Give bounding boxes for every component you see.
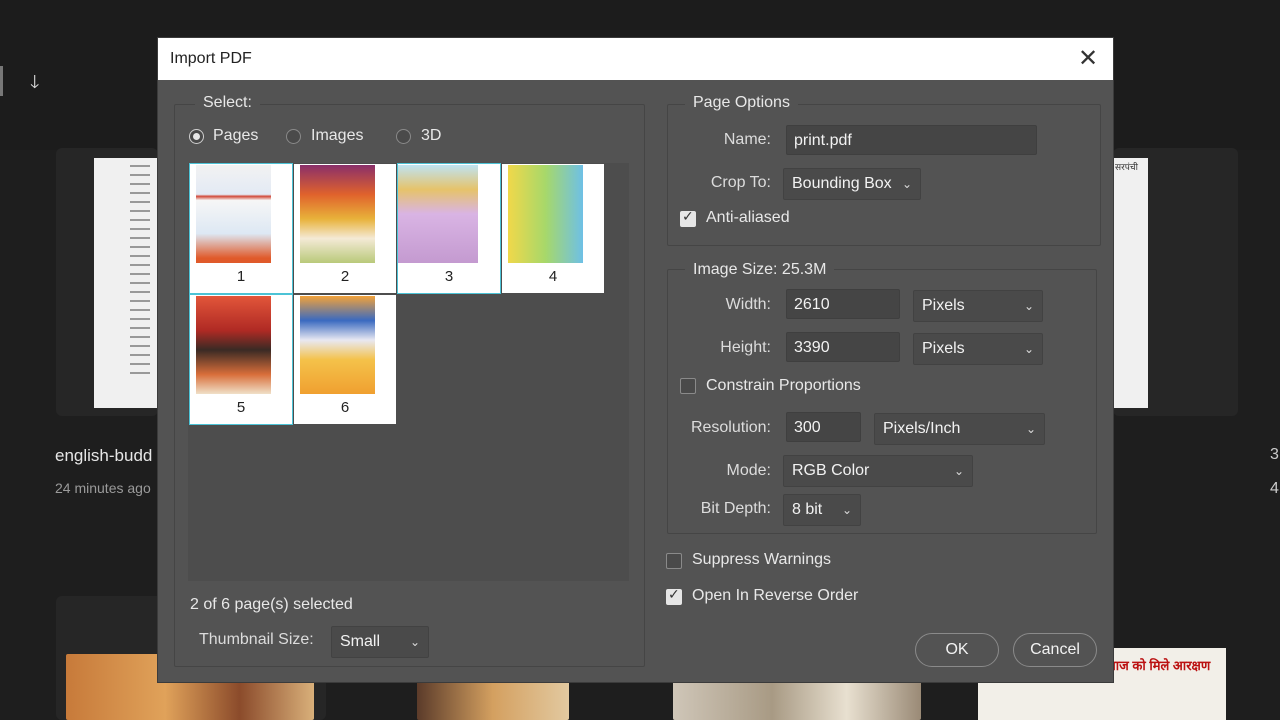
anti-aliased-checkbox[interactable] xyxy=(680,209,696,227)
radio-pages[interactable] xyxy=(189,129,204,144)
ok-button[interactable]: OK xyxy=(915,633,999,667)
thumbnail-grid: 1 2 3 4 5 6 xyxy=(188,163,629,581)
chevron-down-icon: ⌄ xyxy=(1025,422,1036,436)
background-document-preview xyxy=(94,158,158,408)
mode-label: Mode: xyxy=(726,462,771,479)
bit-depth-value: 8 bit xyxy=(792,501,823,518)
dialog-title: Import PDF xyxy=(170,50,252,67)
close-icon[interactable]: ✕ xyxy=(1073,44,1103,74)
mode-value: RGB Color xyxy=(792,462,870,479)
reverse-order-label[interactable]: Open In Reverse Order xyxy=(692,587,858,605)
bit-depth-select[interactable]: 8 bit ⌄ xyxy=(783,494,861,526)
page-options-legend: Page Options xyxy=(685,94,798,112)
radio-pages-label[interactable]: Pages xyxy=(213,127,258,145)
page-thumbnail-6[interactable]: 6 xyxy=(294,295,396,424)
resolution-field[interactable]: 300 xyxy=(786,412,861,442)
thumbnail-size-value: Small xyxy=(340,633,381,650)
page-thumbnail-2[interactable]: 2 xyxy=(294,164,396,293)
background-divider xyxy=(0,66,3,96)
resolution-unit-value: Pixels/Inch xyxy=(883,420,961,437)
radio-images[interactable] xyxy=(286,129,301,144)
width-unit-select[interactable]: Pixels ⌄ xyxy=(913,290,1043,322)
radio-images-label[interactable]: Images xyxy=(311,127,363,145)
resolution-unit-select[interactable]: Pixels/Inch ⌄ xyxy=(874,413,1045,445)
page-thumbnail-5[interactable]: 5 xyxy=(189,294,293,425)
selection-status: 2 of 6 page(s) selected xyxy=(190,596,353,613)
background-number: 4 xyxy=(1270,480,1279,497)
width-label: Width: xyxy=(725,296,771,313)
thumbnail-image xyxy=(300,296,375,394)
height-label: Height: xyxy=(720,339,771,356)
height-unit-value: Pixels xyxy=(922,340,965,357)
thumbnail-number: 2 xyxy=(340,268,350,285)
mode-select[interactable]: RGB Color ⌄ xyxy=(783,455,973,487)
height-field[interactable]: 3390 xyxy=(786,332,900,362)
width-field[interactable]: 2610 xyxy=(786,289,900,319)
crop-to-select[interactable]: Bounding Box ⌄ xyxy=(783,168,921,200)
anti-aliased-label[interactable]: Anti-aliased xyxy=(706,209,790,227)
thumbnail-image xyxy=(508,165,583,263)
thumbnail-size-select[interactable]: Small ⌄ xyxy=(331,626,429,658)
thumbnail-size-label: Thumbnail Size: xyxy=(199,631,314,648)
background-news-headline: माज को मिले आरक्षण xyxy=(1108,658,1211,673)
width-unit-value: Pixels xyxy=(922,297,965,314)
thumbnail-number: 5 xyxy=(236,399,246,416)
background-doc-time: 24 minutes ago xyxy=(55,480,151,496)
thumbnail-number: 1 xyxy=(236,268,246,285)
chevron-down-icon: ⌄ xyxy=(409,635,420,649)
background-doc-title[interactable]: english-budd xyxy=(55,446,152,466)
background-side-text: सरपंची xyxy=(1115,162,1138,172)
crop-to-value: Bounding Box xyxy=(792,175,892,192)
background-number: 3 xyxy=(1270,446,1279,463)
cancel-button[interactable]: Cancel xyxy=(1013,633,1097,667)
thumbnail-number: 4 xyxy=(548,268,558,285)
thumbnail-image xyxy=(196,165,271,263)
page-thumbnail-3[interactable]: 3 xyxy=(397,163,501,294)
suppress-warnings-checkbox[interactable] xyxy=(666,553,682,569)
image-size-legend: Image Size: 25.3M xyxy=(685,261,835,279)
page-thumbnail-1[interactable]: 1 xyxy=(189,163,293,294)
thumbnail-image xyxy=(398,165,478,263)
radio-3d[interactable] xyxy=(396,129,411,144)
constrain-proportions-checkbox[interactable] xyxy=(680,378,696,394)
height-unit-select[interactable]: Pixels ⌄ xyxy=(913,333,1043,365)
dialog-titlebar: Import PDF ✕ xyxy=(158,38,1113,80)
bit-depth-label: Bit Depth: xyxy=(700,500,771,517)
thumbnail-image xyxy=(300,165,375,263)
chevron-down-icon: ⌄ xyxy=(1023,299,1034,313)
select-legend: Select: xyxy=(195,94,260,112)
thumbnail-number: 3 xyxy=(444,268,454,285)
radio-3d-label[interactable]: 3D xyxy=(421,127,441,145)
resolution-label: Resolution: xyxy=(690,419,771,436)
name-field[interactable]: print.pdf xyxy=(786,125,1037,155)
suppress-warnings-label[interactable]: Suppress Warnings xyxy=(692,551,831,569)
chevron-down-icon: ⌄ xyxy=(1023,342,1034,356)
import-pdf-dialog: Import PDF ✕ Select: Pages Images 3D 1 2… xyxy=(158,38,1113,682)
download-icon: 🡓 xyxy=(30,72,40,92)
constrain-proportions-label[interactable]: Constrain Proportions xyxy=(706,377,861,395)
chevron-down-icon: ⌄ xyxy=(953,464,964,478)
reverse-order-checkbox[interactable] xyxy=(666,587,682,605)
crop-to-label: Crop To: xyxy=(710,174,771,191)
thumbnail-number: 6 xyxy=(340,399,350,416)
chevron-down-icon: ⌄ xyxy=(901,177,912,191)
name-label: Name: xyxy=(723,131,771,148)
thumbnail-image xyxy=(196,296,271,394)
background-document-preview-right: सरपंची xyxy=(1113,158,1148,408)
page-thumbnail-4[interactable]: 4 xyxy=(502,164,604,293)
chevron-down-icon: ⌄ xyxy=(841,503,852,517)
